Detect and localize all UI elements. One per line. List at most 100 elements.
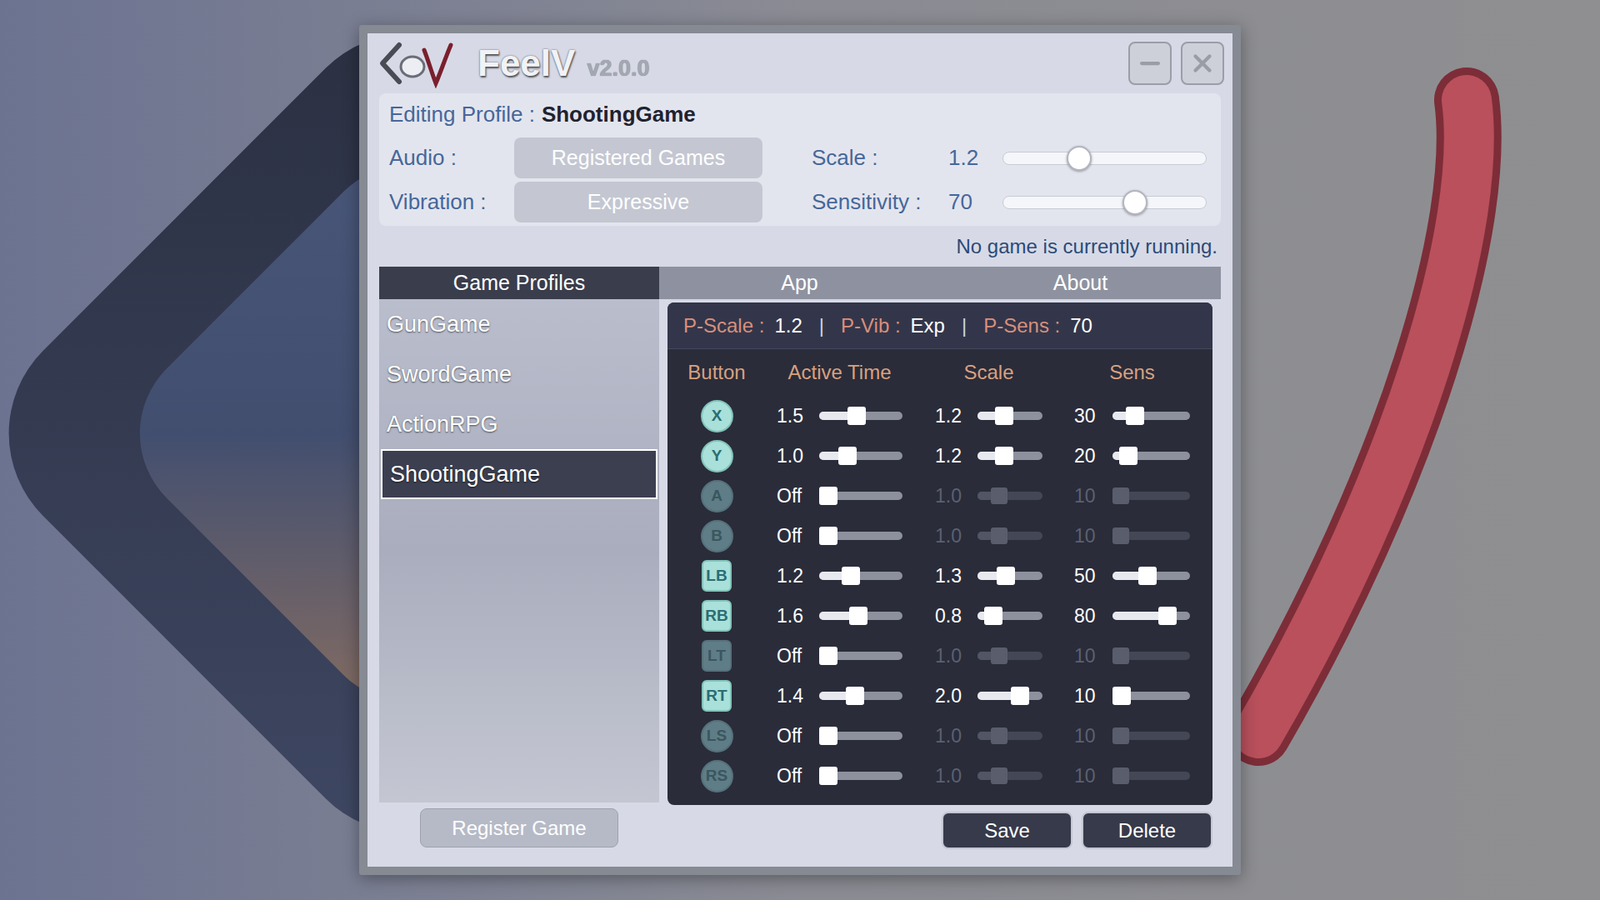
profile-slider[interactable] (1002, 188, 1207, 217)
controller-button-icon: A (700, 480, 734, 513)
profile-slider[interactable] (1002, 144, 1207, 173)
slider-value: 70 (948, 185, 1003, 219)
setting-row: Audio :Registered GamesScale :1.2 (389, 137, 1221, 179)
minimize-button[interactable] (1128, 41, 1172, 85)
setting-label: Vibration : (389, 185, 515, 219)
summary-label: P-Scale : (683, 310, 765, 341)
app-logo-icon (375, 38, 455, 89)
mapping-row: LSOff1.010 (667, 715, 1213, 756)
slider-label: Sensitivity : (811, 185, 949, 219)
mapping-row: X1.51.230 (667, 395, 1213, 436)
sens-slider[interactable] (1112, 565, 1190, 586)
active-time-slider[interactable] (819, 565, 903, 586)
tab-bar: Game ProfilesAppAbout (379, 266, 1221, 300)
delete-button[interactable]: Delete (1081, 811, 1213, 850)
summary-value: 1.2 (774, 310, 802, 341)
active-time-value: 1.2 (776, 561, 820, 591)
active-time-value: 1.6 (776, 601, 820, 631)
mapping-row: RT1.42.010 (667, 675, 1213, 716)
scale-slider[interactable] (977, 605, 1043, 626)
mapping-row: RB1.60.880 (667, 595, 1213, 636)
scale-value: 1.2 (935, 441, 978, 471)
scale-value: 1.0 (935, 721, 978, 751)
mapping-header: ButtonActive TimeScaleSens (667, 349, 1213, 396)
setting-button[interactable]: Registered Games (514, 137, 763, 179)
active-time-value: 1.0 (776, 441, 820, 471)
sens-value: 20 (1074, 441, 1113, 471)
tab[interactable]: App (659, 266, 940, 300)
editing-profile: ShootingGame (541, 98, 696, 131)
scale-value: 1.0 (935, 761, 978, 791)
active-time-slider[interactable] (819, 645, 903, 666)
active-time-slider[interactable] (819, 765, 903, 786)
controller-button-icon: X (700, 400, 734, 433)
active-time-slider[interactable] (819, 405, 903, 426)
wallpaper-swoosh-icon (1200, 41, 1534, 809)
setting-row: Vibration :Expressive Sensitivity :70 (389, 181, 1221, 223)
sens-value: 10 (1074, 681, 1113, 711)
button-mapping-panel: P-Scale :1.2|P-Vib :Exp|P-Sens :70Button… (667, 302, 1213, 805)
controller-button-icon: B (700, 520, 734, 553)
close-icon (1188, 49, 1217, 78)
mapping-row: BOff1.010 (667, 515, 1213, 556)
editing-label: Editing Profile : (389, 98, 535, 131)
active-time-value: Off (776, 761, 820, 791)
controller-button-icon: RB (701, 600, 732, 632)
active-time-value: Off (776, 641, 820, 671)
scale-slider[interactable] (977, 405, 1043, 426)
profile-item[interactable]: GunGame (379, 299, 660, 350)
summary-label: P-Vib : (840, 310, 901, 341)
sens-slider[interactable] (1112, 405, 1190, 426)
summary-label: P-Sens : (983, 310, 1060, 341)
mapping-row: Y 1.0 1.2 20 (667, 435, 1213, 476)
slider-label: Scale : (811, 141, 949, 175)
sens-slider (1112, 765, 1190, 786)
scale-slider (977, 725, 1043, 746)
controller-button-icon: RS (700, 760, 734, 793)
active-time-slider[interactable] (819, 445, 903, 466)
active-time-value: Off (776, 481, 820, 511)
active-time-value: 1.4 (776, 681, 820, 711)
summary-value: 70 (1070, 310, 1093, 341)
sens-value: 10 (1074, 481, 1113, 511)
scale-slider[interactable] (977, 445, 1043, 466)
sens-value: 10 (1074, 641, 1113, 671)
active-time-slider[interactable] (819, 525, 903, 546)
app-window: FeelVv2.0.0Editing Profile :ShootingGame… (359, 25, 1241, 875)
desktop: FeelVv2.0.0Editing Profile :ShootingGame… (0, 0, 1600, 900)
active-time-slider[interactable] (819, 485, 903, 506)
active-time-slider[interactable] (819, 725, 903, 746)
sens-slider (1112, 645, 1190, 666)
minimize-icon (1135, 49, 1165, 78)
scale-slider[interactable] (977, 685, 1043, 706)
active-time-value: Off (776, 721, 820, 751)
controller-button-icon: Y (700, 440, 734, 473)
sens-value: 10 (1074, 521, 1113, 551)
close-button[interactable] (1180, 41, 1225, 85)
profile-header: Editing Profile :ShootingGameAudio :Regi… (379, 93, 1221, 226)
app-title: FeelV (477, 35, 575, 91)
tab[interactable]: Game Profiles (379, 266, 660, 300)
profile-item[interactable]: ActionRPG (379, 399, 660, 450)
save-button[interactable]: Save (941, 811, 1073, 850)
active-time-slider[interactable] (819, 605, 903, 626)
active-time-value: Off (776, 521, 820, 551)
slider-value: 1.2 (948, 141, 1003, 175)
sens-slider[interactable] (1112, 445, 1190, 466)
mapping-row: RSOff1.010 (667, 755, 1213, 796)
sens-slider[interactable] (1112, 605, 1190, 626)
sens-value: 30 (1074, 401, 1113, 431)
scale-slider[interactable] (977, 565, 1043, 586)
profile-item[interactable]: ShootingGame (380, 449, 658, 500)
sens-value: 50 (1074, 561, 1113, 591)
tab[interactable]: About (940, 266, 1221, 300)
active-time-slider[interactable] (819, 685, 903, 706)
scale-slider (977, 645, 1043, 666)
setting-button[interactable]: Expressive (514, 181, 763, 223)
register-game-button[interactable]: Register Game (420, 808, 619, 848)
scale-slider (977, 485, 1043, 506)
sens-slider (1112, 485, 1190, 506)
sens-slider[interactable] (1112, 685, 1190, 706)
profile-item[interactable]: SwordGame (379, 349, 660, 400)
controller-button-icon: RT (701, 680, 732, 712)
